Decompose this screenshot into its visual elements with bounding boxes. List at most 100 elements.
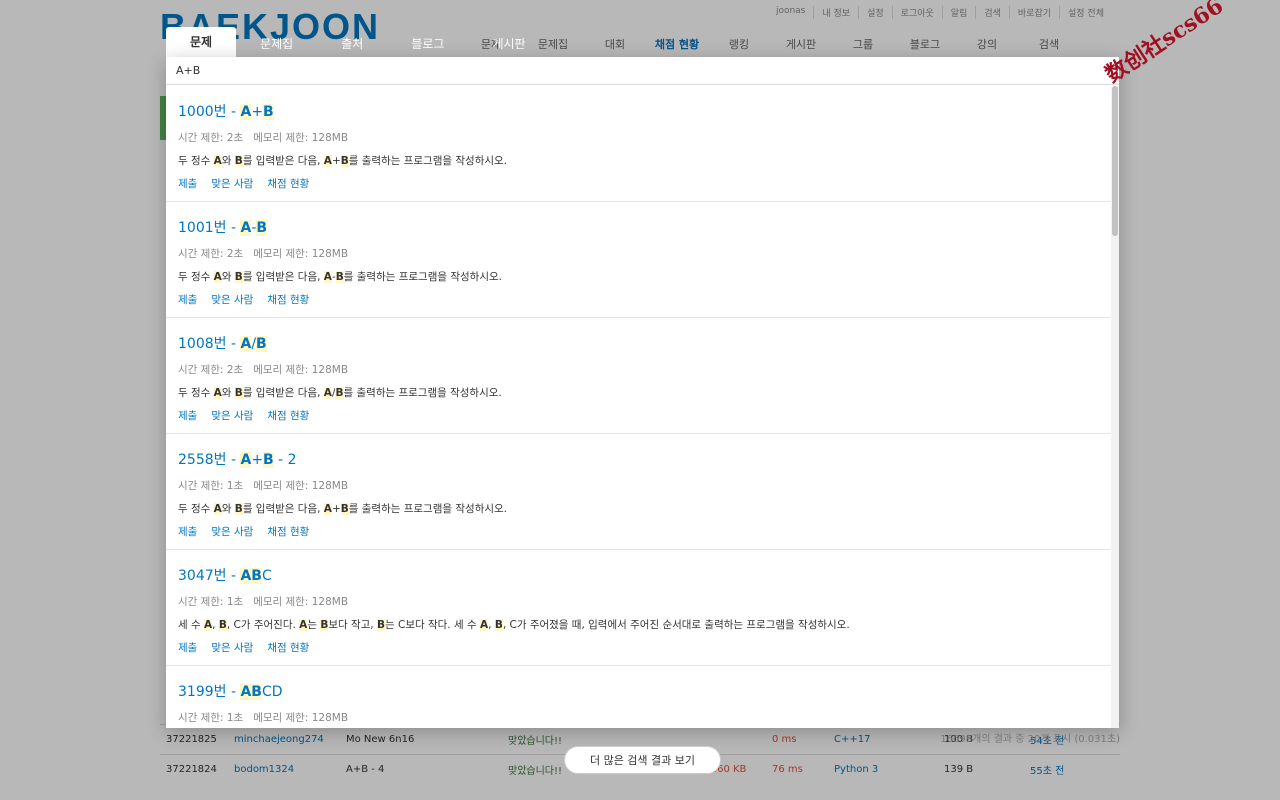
- result-item: 1001번 - A-B 시간 제한: 2초 메모리 제한: 128MB 두 정수 A 와…: [166, 202, 1111, 318]
- problem-number[interactable]: 3199번 -: [178, 684, 240, 700]
- tab-출처[interactable]: 출처: [317, 31, 387, 57]
- desc-part: B: [335, 387, 344, 399]
- desc-part: 를 출력하는 프로그램을 작성하시오.: [348, 503, 508, 515]
- scrollbar-thumb[interactable]: [1112, 86, 1118, 236]
- desc-part: B: [340, 155, 349, 167]
- desc-part: B: [494, 619, 503, 631]
- result-link[interactable]: 제출: [178, 408, 197, 423]
- title-part[interactable]: B: [263, 104, 274, 120]
- desc-part: A: [479, 619, 489, 631]
- desc-part: 두 정수: [178, 503, 214, 515]
- problem-description: 두 정수 A와 B를 입력받은 다음, A+B를 출력하는 프로그램을 작성하시…: [178, 153, 1099, 170]
- title-part[interactable]: A: [240, 104, 252, 120]
- result-link[interactable]: 제출: [178, 640, 197, 655]
- title-part[interactable]: A: [240, 220, 252, 236]
- result-title[interactable]: 1000번 - A+B: [178, 102, 1099, 122]
- desc-part: 와: [221, 387, 235, 399]
- search-results: 1000번 - A+B 시간 제한: 2초 메모리 제한: 128MB 두 정수 A와…: [166, 86, 1111, 728]
- result-item: 1000번 - A+B 시간 제한: 2초 메모리 제한: 128MB 두 정수 A와…: [166, 86, 1111, 202]
- result-link[interactable]: 채점 현황: [267, 408, 309, 423]
- desc-part: 와: [221, 271, 235, 283]
- problem-number[interactable]: 1008번 -: [178, 336, 240, 352]
- memory-limit: 메모리 제한: 128MB: [253, 364, 349, 376]
- desc-part: , C가 주어졌을 때, 입력에서 주어진 순서대로 출력하는 프로그램을 작성…: [502, 619, 850, 631]
- desc-part: ,: [488, 619, 495, 631]
- desc-part: 를 출력하는 프로그램을 작성하시오.: [348, 155, 508, 167]
- title-part[interactable]: AB: [240, 568, 262, 584]
- desc-part: 를 입력받은 다음,: [242, 503, 324, 515]
- tab-블로그[interactable]: 블로그: [387, 31, 468, 57]
- result-title[interactable]: 1001번 - A-B: [178, 218, 1099, 238]
- desc-part: A: [323, 271, 332, 283]
- result-link[interactable]: 채점 현황: [267, 640, 309, 655]
- problem-limits: 시간 제한: 2초 메모리 제한: 128MB: [178, 130, 1099, 145]
- title-part[interactable]: B: [263, 452, 274, 468]
- desc-part: B: [340, 503, 349, 515]
- tab-문제집[interactable]: 문제집: [236, 31, 317, 57]
- result-link[interactable]: 제출: [178, 292, 197, 307]
- result-link[interactable]: 채점 현황: [267, 292, 309, 307]
- result-title[interactable]: 2558번 - A+B - 2: [178, 450, 1099, 470]
- title-part[interactable]: CD: [262, 684, 283, 700]
- title-part[interactable]: +: [251, 104, 263, 120]
- result-link[interactable]: 채점 현황: [267, 524, 309, 539]
- result-link[interactable]: 제출: [178, 524, 197, 539]
- desc-part: +: [331, 155, 341, 167]
- result-link[interactable]: 맞은 사람: [211, 176, 253, 191]
- title-part[interactable]: AB: [240, 684, 262, 700]
- desc-part: A: [323, 155, 332, 167]
- result-link[interactable]: 제출: [178, 176, 197, 191]
- desc-part: A: [213, 503, 222, 515]
- desc-part: B: [335, 271, 344, 283]
- title-part[interactable]: A: [240, 336, 252, 352]
- result-item: 3047번 - ABC 시간 제한: 1초 메모리 제한: 128MB 세 수 A, …: [166, 550, 1111, 666]
- desc-part: B: [218, 619, 227, 631]
- title-part[interactable]: +: [251, 452, 263, 468]
- desc-part: ,: [212, 619, 219, 631]
- problem-number[interactable]: 1000번 -: [178, 104, 240, 120]
- tab-문제[interactable]: 문제: [166, 27, 237, 57]
- problem-description: 두 정수 A와 B를 입력받은 다음, A+B를 출력하는 프로그램을 작성하시…: [178, 501, 1099, 518]
- desc-part: 두 정수: [178, 271, 214, 283]
- problem-number[interactable]: 2558번 -: [178, 452, 240, 468]
- result-link[interactable]: 맞은 사람: [211, 524, 253, 539]
- problem-limits: 시간 제한: 2초 메모리 제한: 128MB: [178, 246, 1099, 261]
- problem-limits: 시간 제한: 1초 메모리 제한: 128MB: [178, 478, 1099, 493]
- desc-part: A: [323, 503, 332, 515]
- result-title[interactable]: 3047번 - ABC: [178, 566, 1099, 586]
- result-link[interactable]: 맞은 사람: [211, 640, 253, 655]
- desc-part: 를 출력하는 프로그램을 작성하시오.: [343, 271, 502, 283]
- title-part[interactable]: A: [240, 452, 252, 468]
- search-modal: 1000번 - A+B시간 제한: 2초메모리 제한: 128MB두 정수 A와…: [166, 57, 1119, 728]
- desc-part: 는: [307, 619, 321, 631]
- result-count: 16698개의 결과 중 20개 표시 (0.031초): [940, 734, 1120, 745]
- time-limit: 시간 제한: 1초: [178, 712, 244, 724]
- tab-게시판[interactable]: 게시판: [468, 31, 549, 57]
- results-scrollbar[interactable]: [1111, 86, 1119, 728]
- title-part[interactable]: B: [256, 220, 268, 236]
- time-limit: 시간 제한: 2초: [178, 248, 244, 260]
- title-part[interactable]: B: [256, 336, 267, 352]
- desc-part: +: [331, 503, 341, 515]
- result-title[interactable]: 3199번 - ABCD: [178, 682, 1099, 702]
- search-input[interactable]: [166, 64, 1119, 77]
- desc-part: 세 수: [178, 619, 204, 631]
- result-title[interactable]: 1008번 - A/B: [178, 334, 1099, 354]
- more-results-button[interactable]: 더 많은 검색 결과 보기: [564, 746, 721, 774]
- desc-part: 는 C보다 작다. 세 수: [385, 619, 480, 631]
- problem-description: 두 정수 A와 B를 입력받은 다음, A/B를 출력하는 프로그램을 작성하시…: [178, 385, 1099, 402]
- result-links: 제출 맞은 사람 채점 현황: [178, 524, 1099, 539]
- title-part[interactable]: C: [262, 568, 272, 584]
- problem-number[interactable]: 3047번 -: [178, 568, 240, 584]
- desc-part: B: [234, 503, 243, 515]
- result-link[interactable]: 맞은 사람: [211, 408, 253, 423]
- problem-limits: 시간 제한: 1초 메모리 제한: 128MB: [178, 710, 1099, 725]
- result-link[interactable]: 맞은 사람: [211, 292, 253, 307]
- problem-number[interactable]: 1001번 -: [178, 220, 240, 236]
- result-links: 제출 맞은 사람 채점 현황: [178, 640, 1099, 655]
- title-part[interactable]: - 2: [274, 452, 296, 468]
- memory-limit: 메모리 제한: 128MB: [253, 480, 349, 492]
- desc-part: 를 출력하는 프로그램을 작성하시오.: [343, 387, 502, 399]
- desc-part: A: [213, 155, 222, 167]
- result-link[interactable]: 채점 현황: [267, 176, 309, 191]
